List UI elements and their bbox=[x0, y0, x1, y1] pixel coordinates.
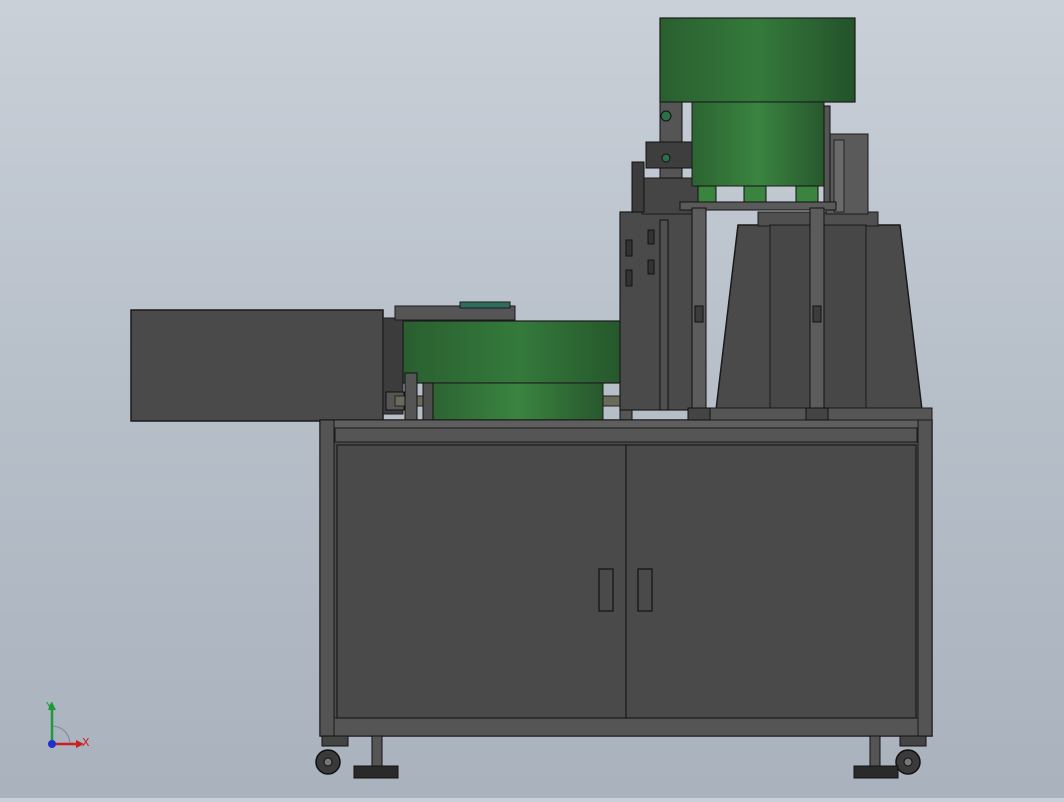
caster-right bbox=[853, 735, 927, 779]
caster-left bbox=[315, 735, 399, 779]
z-axis-dot bbox=[48, 740, 56, 748]
y-axis-label: Y bbox=[46, 700, 53, 713]
machine-model bbox=[130, 17, 933, 779]
small-vibratory-bowl bbox=[402, 320, 636, 422]
valve-panel bbox=[619, 87, 699, 411]
cabinet-door-left[interactable] bbox=[336, 444, 627, 719]
hopper-box bbox=[130, 309, 405, 422]
cad-viewport[interactable]: X Y bbox=[0, 0, 1064, 798]
door-handle-left bbox=[598, 568, 614, 612]
x-axis-label: X bbox=[82, 736, 90, 749]
cabinet-door-right[interactable] bbox=[625, 444, 917, 719]
door-handle-right bbox=[637, 568, 653, 612]
large-vibratory-bowl bbox=[659, 17, 856, 203]
